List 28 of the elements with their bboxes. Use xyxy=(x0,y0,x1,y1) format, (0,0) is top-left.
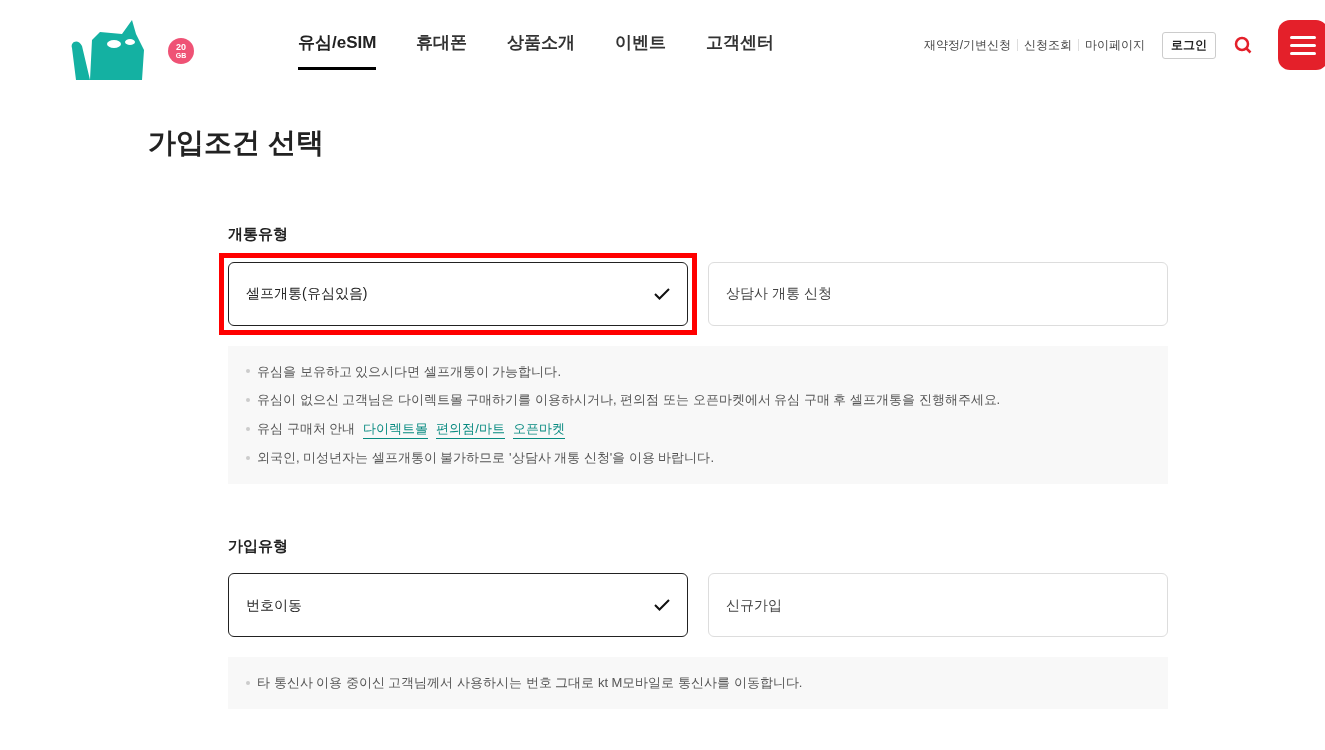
nav-tab[interactable]: 유심/eSIM xyxy=(298,26,377,70)
section-heading: 개통유형 xyxy=(228,224,288,244)
info-text: 유심을 보유하고 있으시다면 셀프개통이 가능합니다. xyxy=(257,362,562,381)
section-heading: 가입유형 xyxy=(228,535,288,556)
nav-tab[interactable]: 휴대폰 xyxy=(416,26,468,70)
nav-tab[interactable]: 고객센터 xyxy=(706,26,775,70)
utility-link[interactable]: 신청조회 xyxy=(1024,36,1072,54)
menu-button[interactable] xyxy=(1278,20,1325,70)
option-button[interactable]: 셀프개통(유심있음) xyxy=(228,261,688,326)
utility-link[interactable]: 마이페이지 xyxy=(1085,36,1145,54)
nav-tab[interactable]: 상품소개 xyxy=(507,26,576,70)
login-button[interactable]: 로그인 xyxy=(1162,31,1216,59)
nav-tab[interactable]: 이벤트 xyxy=(615,26,667,70)
search-icon[interactable] xyxy=(1234,36,1252,54)
store-link[interactable]: 오픈마켓 xyxy=(512,418,565,439)
store-link[interactable]: 다이렉트몰 xyxy=(363,418,429,439)
info-text: 타 통신사 이용 중이신 고객님께서 사용하시는 번호 그대로 kt M모바일로 통신사를 이동합니다. xyxy=(257,674,803,692)
info-text: 유심 구매처 안내 xyxy=(257,420,356,438)
info-text: 외국인, 미성년자는 셀프개통이 불가하므로 '상담사 개통 신청'을 이용 바랍니다. xyxy=(257,449,715,467)
store-link[interactable]: 편의점/마트 xyxy=(436,418,505,439)
page-title: 가입조건 선택 xyxy=(148,126,324,160)
info-text: 유심이 없으신 고객님은 다이렉트몰 구매하기를 이용하시거나, 편의점 또는 오픈마켓에서 유심 구매 후 셀프개통을 진행해주세요. xyxy=(257,391,1001,409)
check-icon xyxy=(654,599,670,611)
option-button[interactable]: 상담사 개통 신청 xyxy=(708,261,1168,326)
utility-link[interactable]: 재약정/기변신청 xyxy=(923,36,1011,54)
option-button[interactable]: 신규가입 xyxy=(708,573,1168,637)
option-button[interactable]: 번호이동 xyxy=(228,573,688,637)
check-icon xyxy=(654,287,670,300)
